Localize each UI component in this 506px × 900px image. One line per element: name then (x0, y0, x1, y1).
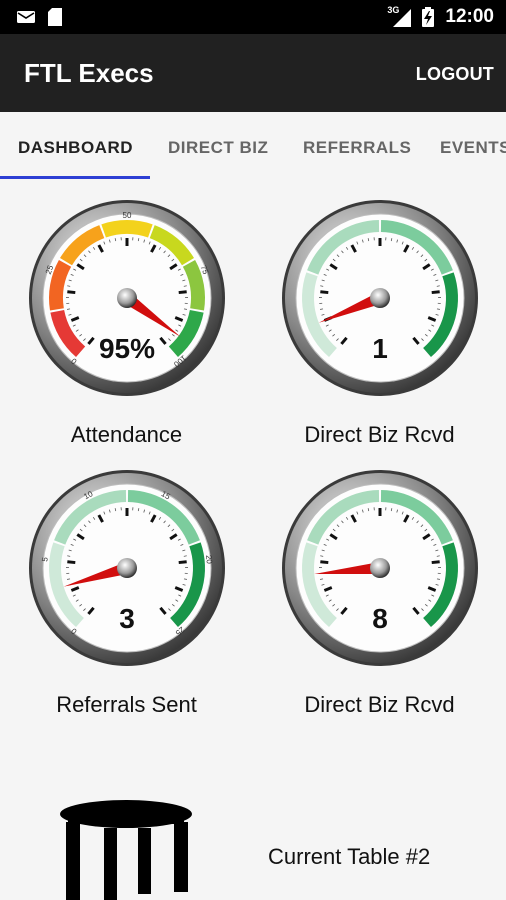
attendance-gauge-label: Attendance (70, 422, 183, 447)
tab-referrals[interactable]: REFERRALS (303, 138, 411, 158)
tab-dashboard[interactable]: DASHBOARD (18, 138, 133, 158)
gauge-hub (370, 288, 390, 308)
gauge-value: 1 (372, 333, 388, 364)
tab-bar: DASHBOARD DIRECT BIZ REFERRALS EVENTS (0, 112, 506, 180)
gauge-tick (178, 560, 187, 565)
email-icon (17, 11, 35, 23)
logout-button[interactable]: LOGOUT (416, 64, 494, 85)
gauge-value: 95% (99, 333, 155, 364)
gauge-tick (431, 290, 440, 295)
status-bar: 3G 12:00 (0, 0, 506, 34)
gauge-tick (67, 290, 76, 295)
gauge-minor-tick (67, 578, 71, 580)
battery-icon (422, 7, 435, 27)
gauge-hub (117, 288, 137, 308)
gauge-tick (178, 290, 187, 295)
tab-direct-biz[interactable]: DIRECT BIZ (168, 138, 268, 158)
sim-card-icon (48, 8, 62, 26)
gauge-hub (117, 558, 137, 578)
clock: 12:00 (445, 6, 494, 27)
current-table-label: Current Table #2 (268, 844, 431, 869)
gauge-value: 3 (119, 603, 135, 634)
direct-biz-rcvd-2-gauge-label: Direct Biz Rcvd (304, 692, 455, 717)
gauge-tick (320, 560, 329, 565)
app-title: FTL Execs (24, 58, 154, 88)
tab-events[interactable]: EVENTS (440, 138, 506, 158)
direct-biz-rcvd-gauge-label: Direct Biz Rcvd (304, 422, 455, 447)
direct-biz-rcvd-gauge[interactable]: 1 (280, 198, 480, 403)
table-icon (60, 800, 192, 900)
gauge-minor-tick (436, 578, 440, 580)
referrals-sent-gauge-label: Referrals Sent (56, 692, 197, 717)
gauge-value: 8 (372, 603, 388, 634)
gauge-tick-label: 20 (204, 554, 214, 564)
gauge-minor-tick (183, 578, 187, 580)
app-bar: FTL Execs LOGOUT (0, 34, 506, 112)
gauge-tick (431, 560, 440, 565)
attendance-gauge[interactable]: 0 25 50 75 100 95% (27, 198, 227, 403)
gauge-tick (67, 560, 76, 565)
gauge-minor-tick (320, 308, 324, 310)
gauge-hub (370, 558, 390, 578)
gauge-tick-label: 50 (123, 211, 132, 220)
referrals-sent-gauge[interactable]: 0 5 10 15 20 25 3 (27, 468, 227, 673)
gauge-minor-tick (183, 308, 187, 310)
gauge-minor-tick (320, 578, 324, 580)
gauge-minor-tick (67, 308, 71, 310)
tab-indicator (0, 176, 150, 179)
gauge-tick (320, 290, 329, 295)
signal-icon: 3G (387, 5, 412, 27)
gauge-minor-tick (436, 308, 440, 310)
direct-biz-rcvd-2-gauge[interactable]: 8 (280, 468, 480, 673)
